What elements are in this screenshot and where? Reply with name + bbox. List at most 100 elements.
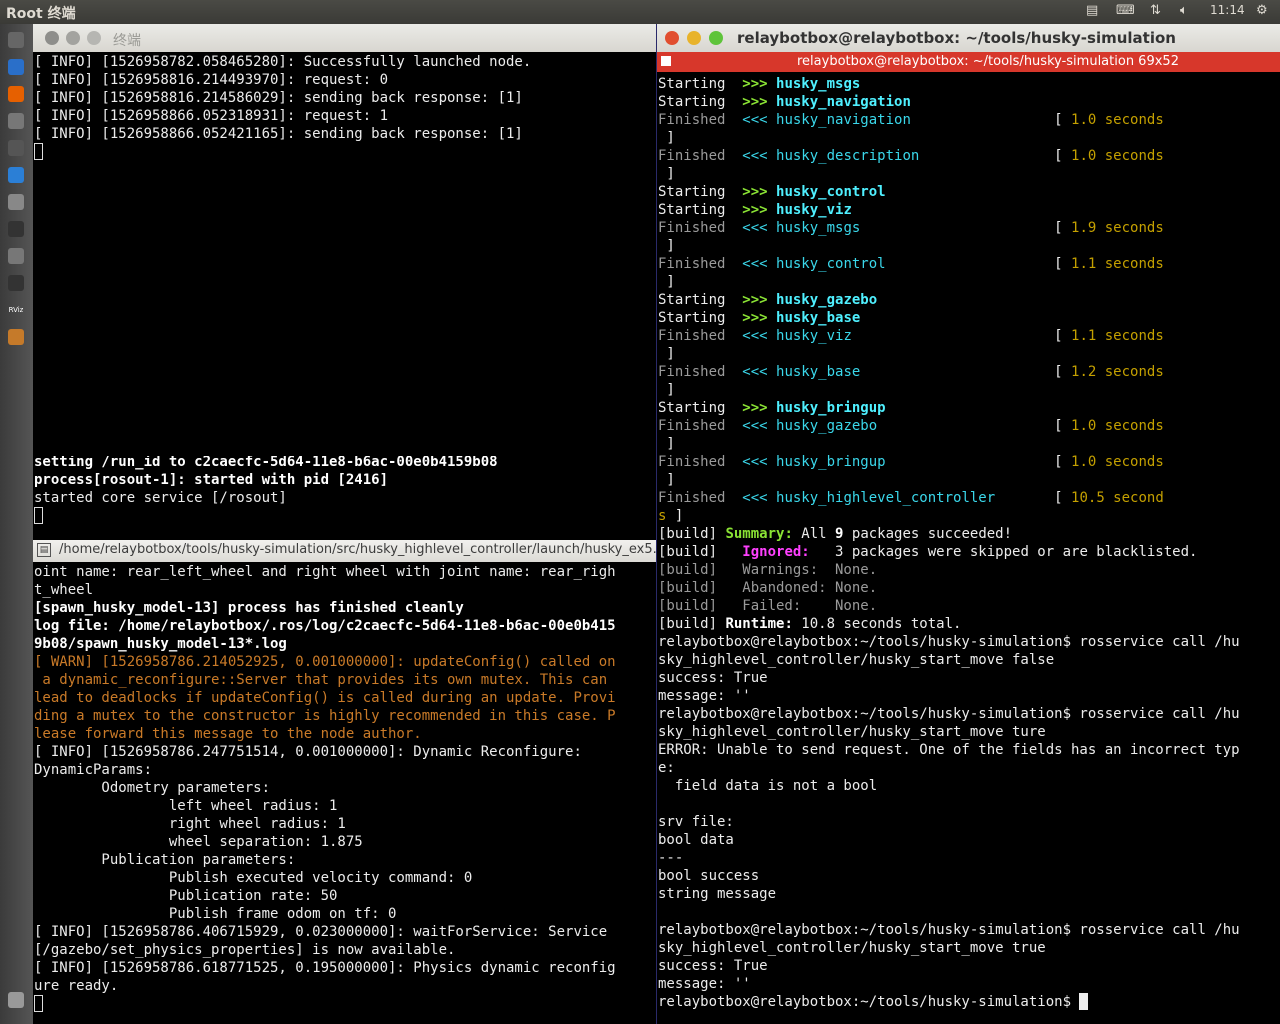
terminal-line: [ INFO] [1526958866.052318931]: request:…: [34, 107, 654, 125]
terminal-line: Publication parameters:: [34, 851, 654, 869]
terminal-window-1[interactable]: 终端 [ INFO] [1526958782.058465280]: Succe…: [33, 24, 656, 456]
minimize-button[interactable]: [687, 31, 701, 45]
terminal-text: Finished: [658, 148, 743, 164]
terminal-line: relaybotbox@relaybotbox:~/tools/husky-si…: [658, 921, 1280, 939]
terminal-text: Publish executed velocity command: 0: [34, 870, 473, 886]
top-panel: Root 终端 ▤ ⌨ ⇅ 🔈︎ 11:14 ⚙: [0, 0, 1280, 24]
keyboard-icon[interactable]: ⌨: [1116, 3, 1135, 18]
terminal-window-2[interactable]: setting /run_id to c2caecfc-5d64-11e8-b6…: [33, 456, 656, 536]
terminal-line: ]: [658, 345, 1280, 363]
terminal-window-3[interactable]: ▤ /home/relaybotbox/tools/husky-simulati…: [33, 540, 656, 1024]
terminal-line: ---: [658, 849, 1280, 867]
terminal-text: ure ready.: [34, 978, 119, 994]
terminal-text: [build] Warnings: None.: [658, 562, 878, 578]
terminal-text: [: [885, 256, 1072, 272]
maximize-button[interactable]: [87, 31, 101, 45]
terminal-line: [build] Failed: None.: [658, 597, 1280, 615]
terminal-text: relaybotbox@relaybotbox:~/tools/husky-si…: [658, 706, 1240, 722]
terminal-text: >>>: [742, 184, 777, 200]
network-icon[interactable]: ▤: [1086, 3, 1098, 18]
clock[interactable]: 11:14: [1210, 3, 1245, 17]
terminal-line: [build] Runtime: 10.8 seconds total.: [658, 615, 1280, 633]
terminal-text: log file: /home/relaybotbox/.ros/log/c2c…: [34, 618, 616, 634]
terminal-icon[interactable]: [8, 221, 24, 237]
terminal-text: sky_highlevel_controller/husky_start_mov…: [658, 652, 1055, 668]
minimize-button[interactable]: [66, 31, 80, 45]
system-icon[interactable]: [8, 32, 24, 48]
terminal-line: ure ready.: [34, 977, 654, 995]
terminal-text: oint name: rear_left_wheel and right whe…: [34, 564, 616, 580]
maximize-button[interactable]: [709, 31, 723, 45]
terminal-line: process[rosout-1]: started with pid [241…: [34, 471, 654, 489]
terminal-line: message: '': [658, 975, 1280, 993]
trash-icon[interactable]: [8, 992, 24, 1008]
terminal-line: t_wheel: [34, 581, 654, 599]
terminal-cursor: [34, 995, 43, 1012]
tab-bar[interactable]: relaybotbox@relaybotbox: ~/tools/husky-s…: [657, 52, 1280, 72]
terminal-cursor: [34, 143, 43, 160]
terminal-text: bool success: [658, 868, 760, 884]
terminal-output[interactable]: setting /run_id to c2caecfc-5d64-11e8-b6…: [34, 456, 654, 525]
terminal-text: husky_navigation: [776, 94, 911, 110]
terminal-text: [/gazebo/set_physics_properties] is now …: [34, 942, 456, 958]
terminal-text: wheel separation: 1.875: [34, 834, 363, 850]
terminal-output[interactable]: oint name: rear_left_wheel and right whe…: [34, 563, 654, 1013]
terminal-output[interactable]: Starting >>> husky_msgs Starting >>> husk…: [658, 75, 1280, 1011]
tab-title[interactable]: relaybotbox@relaybotbox: ~/tools/husky-s…: [797, 54, 1179, 69]
terminal-text: Finished: [658, 220, 743, 236]
terminal-output[interactable]: [ INFO] [1526958782.058465280]: Successf…: [34, 53, 654, 161]
terminal-line: [34, 995, 654, 1013]
terminal-text: ---: [658, 850, 684, 866]
terminal-text: [spawn_husky_model-13] process has finis…: [34, 600, 464, 616]
terminal-text: e:: [658, 760, 675, 776]
terminal-line: oint name: rear_left_wheel and right whe…: [34, 563, 654, 581]
terminal-line: [ INFO] [1526958786.406715929, 0.0230000…: [34, 923, 654, 941]
window-titlebar[interactable]: relaybotbox@relaybotbox: ~/tools/husky-s…: [657, 24, 1280, 52]
terminal-line: Publication rate: 50: [34, 887, 654, 905]
terminal-text: 9b08/spawn_husky_model-13*.log: [34, 636, 287, 652]
layers-icon[interactable]: [8, 329, 24, 345]
terminal-text: <<<: [742, 112, 777, 128]
terminal-text: lease forward this message to the node a…: [34, 726, 422, 742]
terminal-text: <<<: [742, 490, 777, 506]
window-titlebar[interactable]: 终端: [33, 24, 656, 52]
window-titlebar[interactable]: ▤ /home/relaybotbox/tools/husky-simulati…: [33, 540, 656, 562]
terminal-text: Starting: [658, 76, 743, 92]
terminal-text: [build] Failed: None.: [658, 598, 878, 614]
terminal-text: husky_viz: [776, 202, 852, 218]
terminal-text: ERROR: Unable to send request. One of th…: [658, 742, 1240, 758]
files-icon[interactable]: [8, 59, 24, 75]
terminal-line: Starting >>> husky_control: [658, 183, 1280, 201]
transfer-icon[interactable]: ⇅: [1150, 3, 1161, 18]
files2-icon[interactable]: [8, 248, 24, 264]
terminal-text: t_wheel: [34, 582, 94, 598]
terminal-text: relaybotbox@relaybotbox:~/tools/husky-si…: [658, 634, 1240, 650]
terminal-line: Finished <<< husky_navigation [ 1.0 seco…: [658, 111, 1280, 129]
terminal-text: setting /run_id to c2caecfc-5d64-11e8-b6…: [34, 456, 498, 470]
terminal-text: [build] Abandoned: None.: [658, 580, 878, 596]
chrome-icon[interactable]: [8, 167, 24, 183]
terminal-line: sky_highlevel_controller/husky_start_mov…: [658, 723, 1280, 741]
terminal-line: right wheel radius: 1: [34, 815, 654, 833]
terminal-line: a dynamic_reconfigure::Server that provi…: [34, 671, 654, 689]
terminal-text: Starting: [658, 184, 743, 200]
terminal-text: process[rosout-1]: started with pid [241…: [34, 472, 389, 488]
terminal-line: Finished <<< husky_control [ 1.1 seconds: [658, 255, 1280, 273]
desktop-icon[interactable]: [8, 194, 24, 210]
terminal2-icon[interactable]: [8, 275, 24, 291]
rviz-icon[interactable]: RViz: [8, 302, 24, 318]
volume-icon[interactable]: 🔈︎: [1180, 3, 1188, 18]
gear-icon[interactable]: ⚙: [1256, 3, 1268, 18]
terminal-text: srv file:: [658, 814, 734, 830]
close-button[interactable]: [665, 31, 679, 45]
close-button[interactable]: [45, 31, 59, 45]
settings-icon[interactable]: [8, 113, 24, 129]
terminal-window-4[interactable]: relaybotbox@relaybotbox: ~/tools/husky-s…: [656, 24, 1280, 1024]
terminal-text: message: '': [658, 688, 751, 704]
app-icon[interactable]: [8, 140, 24, 156]
firefox-icon[interactable]: [8, 86, 24, 102]
terminal-text: message: '': [658, 976, 751, 992]
terminal-text: [ INFO] [1526958866.052421165]: sending …: [34, 126, 523, 142]
terminal-cursor: [1079, 993, 1089, 1010]
